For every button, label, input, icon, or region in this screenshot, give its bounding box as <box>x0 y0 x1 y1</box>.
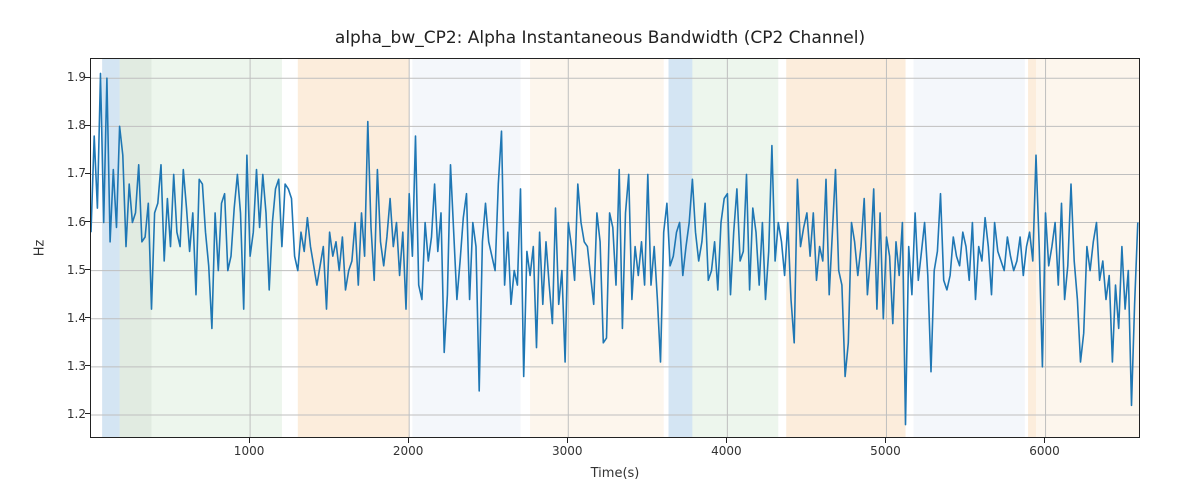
plot-area <box>90 58 1140 438</box>
x-tick-label: 3000 <box>552 444 583 458</box>
y-tick-mark <box>85 77 90 78</box>
y-tick-label: 1.8 <box>46 118 86 132</box>
x-tick-label: 6000 <box>1029 444 1060 458</box>
x-tick-mark <box>249 438 250 443</box>
y-tick-label: 1.3 <box>46 359 86 373</box>
x-tick-label: 2000 <box>393 444 424 458</box>
y-tick-label: 1.4 <box>46 311 86 325</box>
y-tick-mark <box>85 221 90 222</box>
figure: alpha_bw_CP2: Alpha Instantaneous Bandwi… <box>0 0 1200 500</box>
x-tick-mark <box>885 438 886 443</box>
x-tick-label: 5000 <box>870 444 901 458</box>
y-tick-label: 1.5 <box>46 263 86 277</box>
x-tick-mark <box>567 438 568 443</box>
y-tick-mark <box>85 125 90 126</box>
x-tick-mark <box>726 438 727 443</box>
y-tick-label: 1.6 <box>46 215 86 229</box>
x-axis-label: Time(s) <box>591 466 640 481</box>
y-tick-mark <box>85 173 90 174</box>
x-tick-label: 4000 <box>711 444 742 458</box>
chart-title: alpha_bw_CP2: Alpha Instantaneous Bandwi… <box>0 28 1200 48</box>
phase-band <box>102 59 120 438</box>
phase-band <box>692 59 778 438</box>
y-tick-mark <box>85 269 90 270</box>
phase-band <box>530 59 664 438</box>
y-tick-mark <box>85 365 90 366</box>
y-tick-label: 1.7 <box>46 166 86 180</box>
phase-band <box>120 59 152 438</box>
phase-band <box>914 59 1025 438</box>
plot-svg <box>91 59 1140 438</box>
y-tick-mark <box>85 317 90 318</box>
x-tick-mark <box>1044 438 1045 443</box>
y-tick-mark <box>85 413 90 414</box>
y-tick-label: 1.2 <box>46 407 86 421</box>
y-axis-label: Hz <box>33 240 48 257</box>
y-tick-label: 1.9 <box>46 70 86 84</box>
x-tick-label: 1000 <box>234 444 265 458</box>
x-tick-mark <box>408 438 409 443</box>
